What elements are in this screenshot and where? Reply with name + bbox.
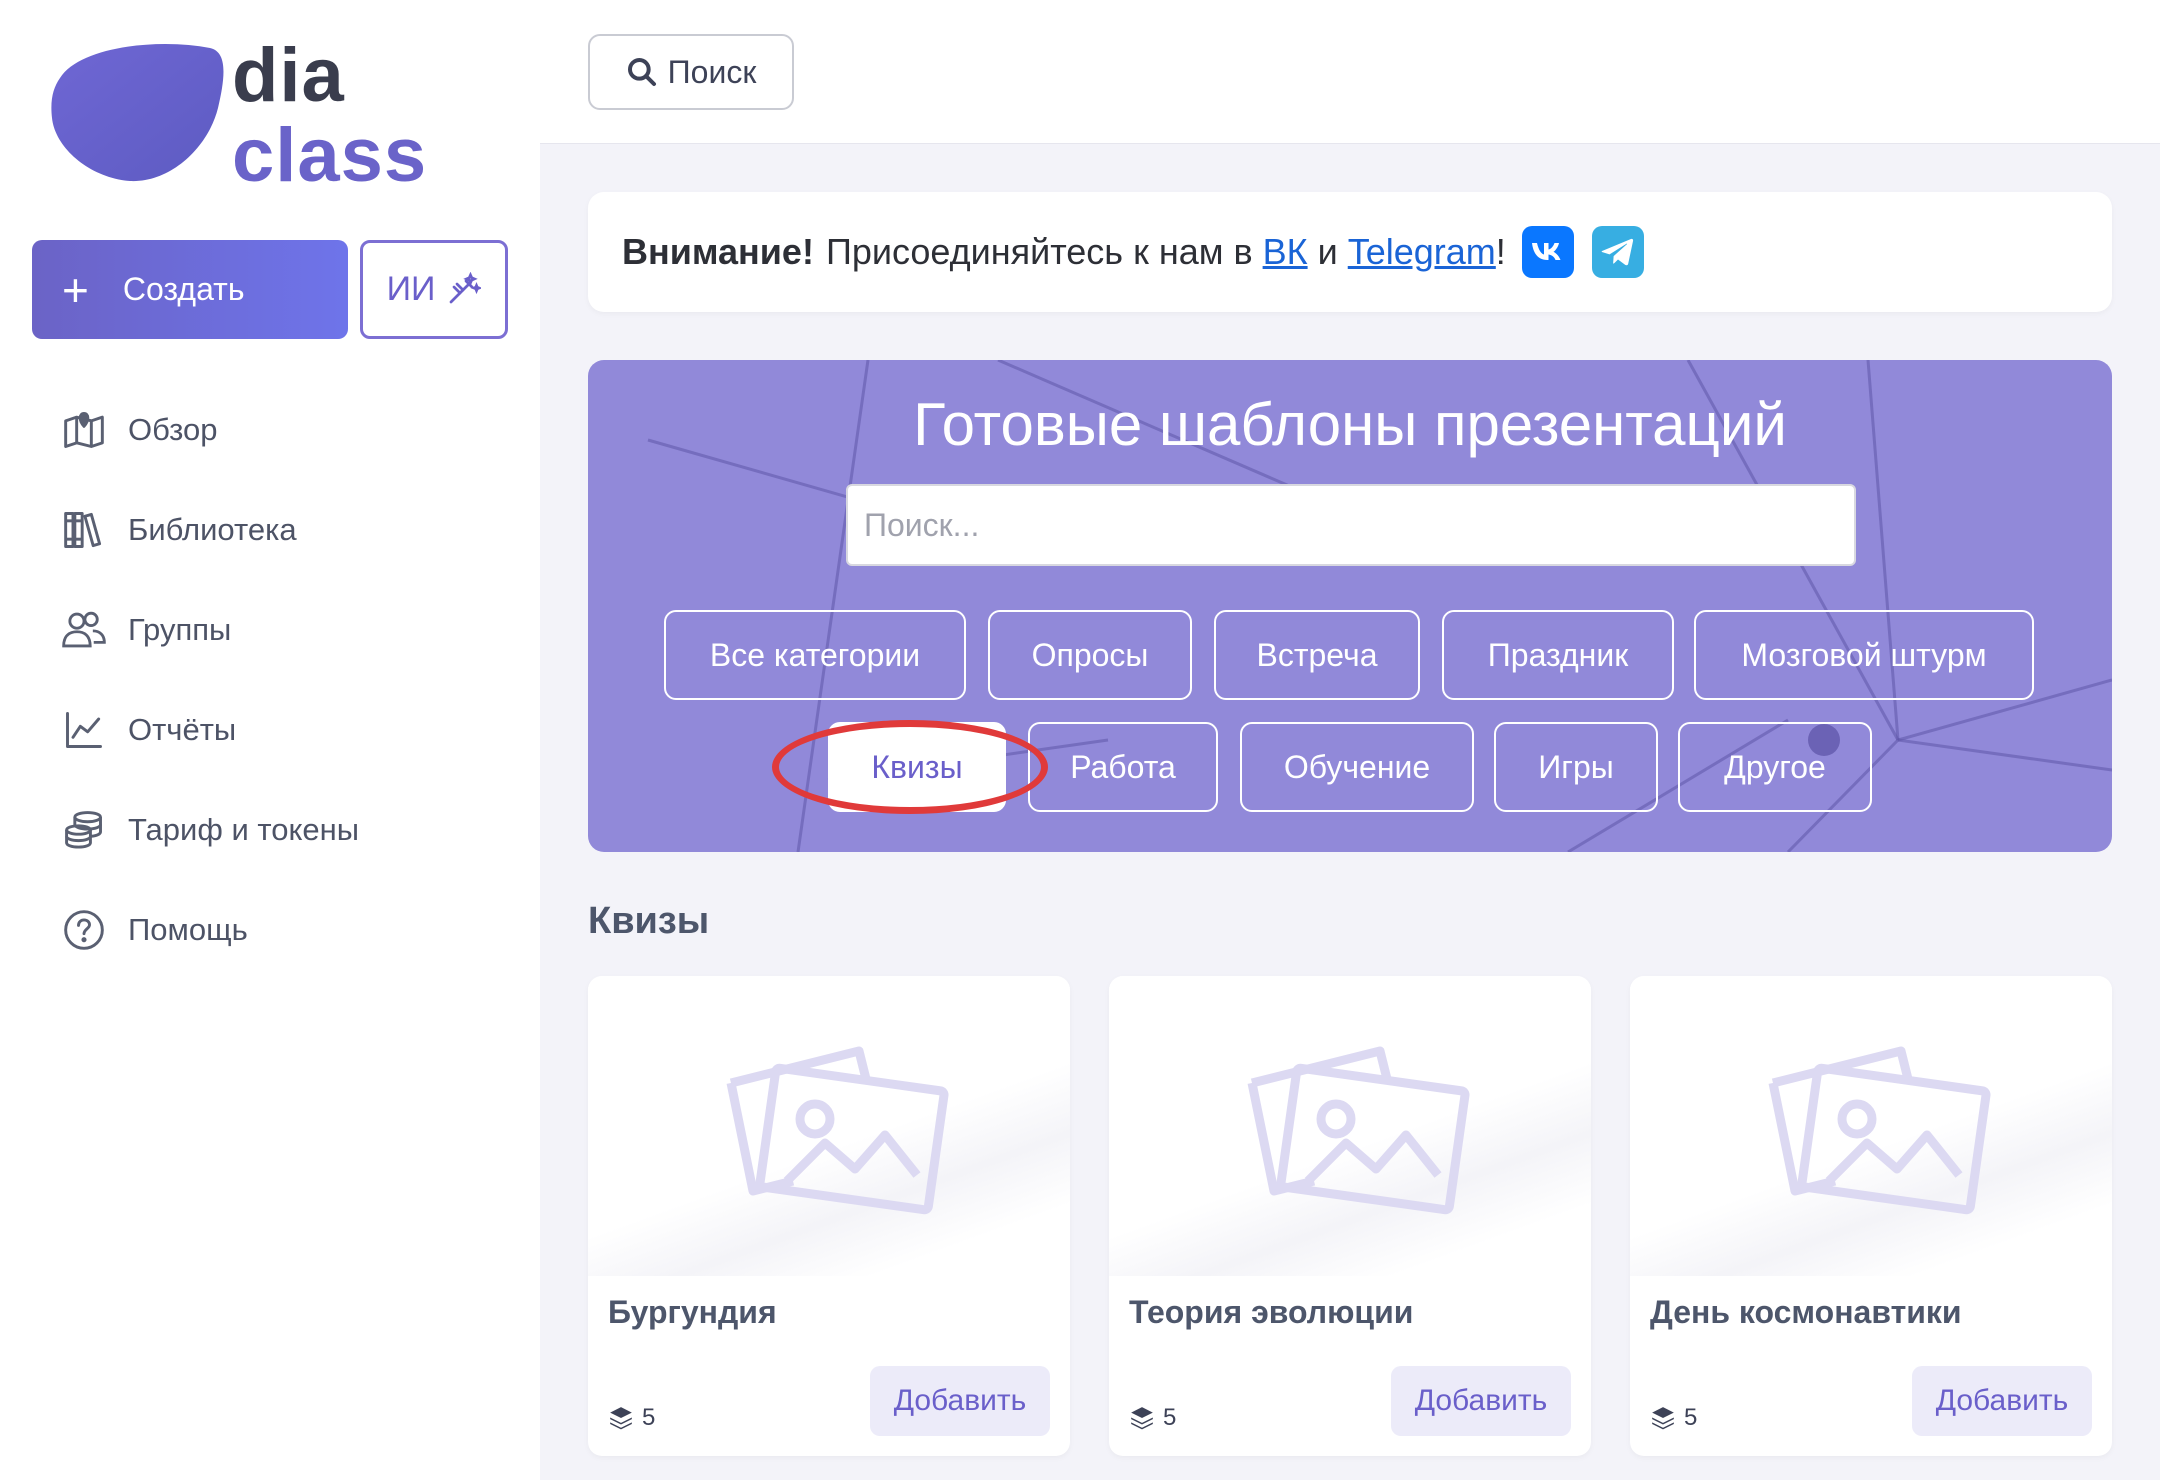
sidebar-item-label: Группы xyxy=(128,612,232,647)
vk-link[interactable]: ВК xyxy=(1263,231,1308,273)
search-button[interactable]: Поиск xyxy=(588,34,794,110)
notice-conj: и xyxy=(1317,231,1338,272)
category-holiday[interactable]: Праздник xyxy=(1442,610,1674,700)
notice-bold: Внимание! xyxy=(622,231,814,272)
layers-icon xyxy=(1652,1407,1674,1430)
logo-text-dia: dia xyxy=(232,33,345,118)
plus-icon: + xyxy=(62,263,89,316)
sidebar-item-help[interactable]: Помощь xyxy=(60,880,520,980)
logo-text-class: class xyxy=(232,113,428,198)
category-education[interactable]: Обучение xyxy=(1240,722,1474,812)
chart-line-icon xyxy=(60,706,108,754)
slide-count: 5 xyxy=(1129,1404,1176,1432)
slide-count-value: 5 xyxy=(1684,1404,1698,1431)
slide-count: 5 xyxy=(1650,1404,1697,1432)
sidebar-item-label: Тариф и токены xyxy=(128,812,360,847)
layers-icon xyxy=(1131,1407,1153,1430)
magic-wand-icon xyxy=(450,271,482,303)
create-button[interactable]: + Создать xyxy=(32,240,348,339)
ai-button[interactable]: ИИ xyxy=(360,240,508,339)
sidebar-item-library[interactable]: Библиотека xyxy=(60,480,520,580)
template-thumbnail xyxy=(588,976,1070,1276)
vk-icon[interactable] xyxy=(1521,226,1574,278)
section-title: Квизы xyxy=(588,900,710,942)
category-games[interactable]: Игры xyxy=(1494,722,1658,812)
image-placeholder-icon xyxy=(1247,1046,1470,1215)
users-icon xyxy=(60,606,108,654)
template-thumbnail xyxy=(1630,976,2112,1276)
sidebar-item-tariff[interactable]: Тариф и токены xyxy=(60,780,520,880)
logo[interactable]: dia class xyxy=(50,38,430,198)
template-card[interactable]: День космонавтики 5 Добавить xyxy=(1630,976,2112,1456)
notice-text: Присоединяйтесь к нам в xyxy=(825,231,1253,272)
hero-title: Готовые шаблоны презентаций xyxy=(913,391,1787,458)
logo-blob-icon xyxy=(51,43,224,182)
category-brainstorm[interactable]: Мозговой штурм xyxy=(1694,610,2034,700)
sidebar-item-reports[interactable]: Отчёты xyxy=(60,680,520,780)
telegram-icon[interactable] xyxy=(1591,226,1644,278)
category-work[interactable]: Работа xyxy=(1028,722,1218,812)
sidebar: dia class + Создать ИИ Обзор Библиотека … xyxy=(0,0,540,1480)
add-template-button[interactable]: Добавить xyxy=(870,1366,1050,1436)
ai-button-label: ИИ xyxy=(386,270,436,308)
template-title: Бургундия xyxy=(608,1294,777,1330)
image-placeholder-icon xyxy=(726,1046,949,1215)
sidebar-item-overview[interactable]: Обзор xyxy=(60,380,520,480)
template-title: День космонавтики xyxy=(1650,1294,1962,1330)
slide-count-value: 5 xyxy=(1163,1404,1177,1431)
search-button-label: Поиск xyxy=(667,53,757,90)
notice-banner: Внимание! Присоединяйтесь к нам в ВК и T… xyxy=(588,192,2112,312)
template-card[interactable]: Теория эволюции 5 Добавить xyxy=(1109,976,1591,1456)
category-polls[interactable]: Опросы xyxy=(988,610,1192,700)
category-other[interactable]: Другое xyxy=(1678,722,1872,812)
sidebar-nav: Обзор Библиотека Группы Отчёты Тариф и т… xyxy=(60,380,520,980)
add-template-button[interactable]: Добавить xyxy=(1391,1366,1571,1436)
image-placeholder-icon xyxy=(1768,1046,1991,1215)
help-circle-icon xyxy=(60,906,108,954)
top-bar: Поиск xyxy=(540,0,2160,144)
sidebar-item-label: Библиотека xyxy=(128,512,297,547)
template-title: Теория эволюции xyxy=(1129,1294,1414,1330)
category-all[interactable]: Все категории xyxy=(664,610,966,700)
category-meeting[interactable]: Встреча xyxy=(1214,610,1420,700)
library-icon xyxy=(60,506,108,554)
telegram-link[interactable]: Telegram xyxy=(1348,231,1496,273)
sidebar-item-groups[interactable]: Группы xyxy=(60,580,520,680)
map-icon xyxy=(60,406,108,454)
template-thumbnail xyxy=(1109,976,1591,1276)
notice-end: ! xyxy=(1495,231,1506,272)
template-search-input[interactable] xyxy=(846,484,1856,566)
sidebar-item-label: Отчёты xyxy=(128,712,237,747)
slide-count-value: 5 xyxy=(642,1404,656,1431)
sidebar-item-label: Помощь xyxy=(128,912,248,947)
sidebar-item-label: Обзор xyxy=(128,412,218,447)
add-template-button[interactable]: Добавить xyxy=(1912,1366,2092,1436)
template-card[interactable]: Бургундия 5 Добавить xyxy=(588,976,1070,1456)
layers-icon xyxy=(610,1407,632,1430)
coins-icon xyxy=(60,806,108,854)
create-button-label: Создать xyxy=(122,271,245,307)
slide-count: 5 xyxy=(608,1404,655,1432)
search-icon xyxy=(627,58,656,86)
highlight-annotation-ring xyxy=(772,720,1048,814)
